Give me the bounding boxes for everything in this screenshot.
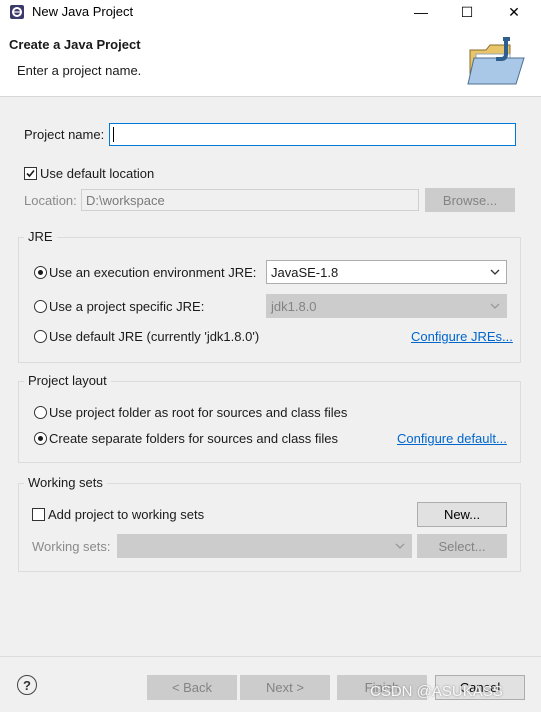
browse-button[interactable]: Browse... [425,188,515,212]
next-button[interactable]: Next > [240,675,330,700]
eclipse-icon [10,5,24,19]
location-value: D:\workspace [86,193,165,208]
back-button[interactable]: < Back [147,675,237,700]
banner-title: Create a Java Project [9,37,141,52]
working-sets-group-title: Working sets [24,475,107,490]
title-bar: New Java Project — ☐ ✕ [0,0,541,24]
footer-separator [0,656,541,657]
jre-group-title: JRE [24,229,57,244]
exec-env-select[interactable]: JavaSE-1.8 [266,260,507,284]
project-name-label: Project name: [24,127,105,142]
maximize-button[interactable]: ☐ [444,0,490,24]
new-working-set-button[interactable]: New... [417,502,507,527]
project-layout-group-title: Project layout [24,373,111,388]
default-jre-radio[interactable] [34,330,47,343]
default-jre-label: Use default JRE (currently 'jdk1.8.0') [49,329,260,344]
help-icon[interactable]: ? [17,675,37,695]
window-title: New Java Project [32,4,134,19]
add-to-working-sets-label: Add project to working sets [48,507,205,522]
chevron-down-icon [490,303,500,309]
chevron-down-icon [490,269,500,275]
configure-default-link[interactable]: Configure default... [397,431,507,446]
working-sets-label: Working sets: [32,539,111,554]
watermark-text: CSDN @ASUKASS [370,683,503,700]
checkmark-icon [26,169,35,178]
configure-jres-link[interactable]: Configure JREs... [411,329,513,344]
select-working-sets-button[interactable]: Select... [417,534,507,558]
location-input[interactable]: D:\workspace [81,189,419,211]
close-button[interactable]: ✕ [491,0,537,24]
specific-jre-value: jdk1.8.0 [271,298,317,314]
minimize-icon: — [414,4,428,20]
specific-jre-select[interactable]: jdk1.8.0 [266,294,507,318]
specific-jre-radio[interactable] [34,300,47,313]
location-label: Location: [24,193,77,208]
separate-folders-label: Create separate folders for sources and … [49,431,339,446]
close-icon: ✕ [508,3,520,20]
wizard-banner: Create a Java Project Enter a project na… [0,24,541,97]
working-sets-group [18,483,521,572]
chevron-down-icon [395,543,405,549]
project-root-label: Use project folder as root for sources a… [49,405,348,420]
separate-folders-radio[interactable] [34,432,47,445]
exec-env-label: Use an execution environment JRE: [49,265,257,280]
project-root-radio[interactable] [34,406,47,419]
project-name-input[interactable] [109,123,516,146]
text-cursor [113,127,114,142]
banner-message: Enter a project name. [17,63,142,78]
use-default-location-checkbox[interactable] [24,167,37,180]
specific-jre-label: Use a project specific JRE: [49,299,205,314]
java-project-folder-icon [467,37,525,85]
maximize-icon: ☐ [460,3,474,20]
project-layout-group [18,381,521,463]
add-to-working-sets-checkbox[interactable] [32,508,45,521]
exec-env-radio[interactable] [34,266,47,279]
working-sets-select[interactable] [117,534,412,558]
use-default-location-label: Use default location [40,166,155,181]
exec-env-value: JavaSE-1.8 [271,264,339,280]
minimize-button[interactable]: — [398,0,444,24]
